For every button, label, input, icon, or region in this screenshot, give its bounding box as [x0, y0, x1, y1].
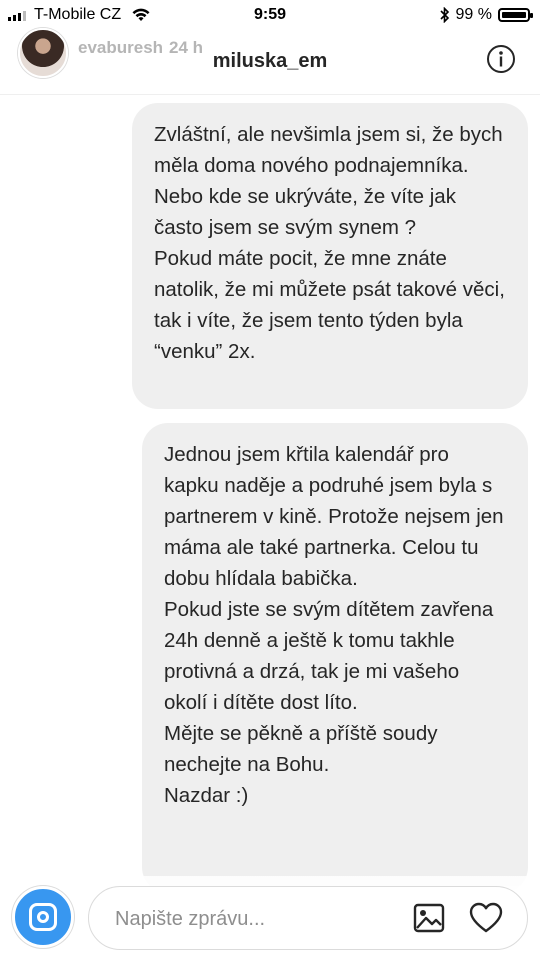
message-bubble[interactable]: Zvláštní, ale nevšimla jsem si, že bych … — [132, 103, 528, 409]
camera-icon — [29, 903, 57, 931]
battery-percent: 99 % — [455, 6, 492, 23]
message-input[interactable] — [113, 887, 407, 951]
status-right: 99 % — [439, 6, 533, 24]
message-paragraph: Jednou jsem křtila kalendář pro kapku na… — [164, 443, 504, 590]
gallery-icon[interactable] — [413, 903, 445, 933]
message-bubble[interactable]: Jednou jsem křtila kalendář pro kapku na… — [142, 423, 528, 893]
message-paragraph: Zvláštní, ale nevšimla jsem si, že bych … — [154, 123, 503, 239]
camera-button[interactable] — [12, 886, 74, 948]
message-composer — [88, 886, 528, 951]
page-title[interactable]: miluska_em — [0, 50, 540, 73]
message-paragraph: Mějte se pěkně a příště soudy nechejte n… — [164, 722, 438, 776]
message-paragraph: Pokud jste se svým dítětem zavřena 24h d… — [164, 598, 494, 714]
message-paragraph: Pokud máte pocit, že mne znáte natolik, … — [154, 247, 505, 363]
info-icon[interactable] — [486, 44, 516, 74]
thread-header: evaburesh 24 h miluska_em — [0, 24, 540, 95]
composer-bar — [0, 876, 540, 960]
battery-fill — [502, 12, 526, 18]
message-paragraph: Nazdar :) — [164, 784, 249, 807]
bluetooth-icon — [439, 7, 449, 23]
battery-icon — [498, 8, 533, 22]
heart-icon[interactable] — [469, 901, 503, 935]
